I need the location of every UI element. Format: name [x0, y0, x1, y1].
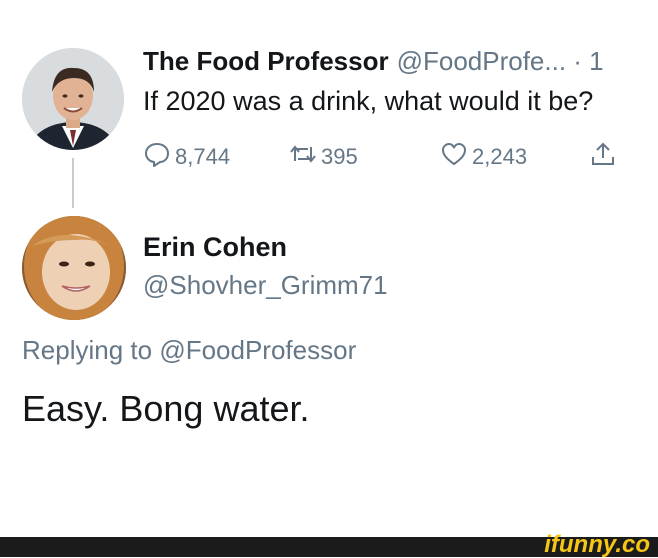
reply-text: Easy. Bong water.	[22, 388, 310, 429]
avatar-photo-woman	[22, 216, 126, 320]
reply-author-name[interactable]: Erin Cohen	[143, 232, 287, 263]
like-action[interactable]: 2,243	[440, 140, 527, 174]
author-name[interactable]: The Food Professor	[143, 46, 389, 76]
replying-to-mention[interactable]: @FoodProfessor	[159, 335, 356, 365]
thread-connector	[72, 158, 74, 208]
reply-author-handle[interactable]: @Shovher_Grimm71	[143, 270, 388, 301]
author-handle[interactable]: @FoodProfe... · 1	[397, 46, 604, 76]
retweet-count: 395	[321, 144, 358, 169]
original-tweet-text: If 2020 was a drink, what would it be?	[143, 86, 594, 116]
ifunny-watermark: ifunny.co	[544, 531, 650, 558]
replying-to: Replying to @FoodProfessor	[22, 335, 356, 366]
reply-count: 8,744	[175, 144, 231, 169]
like-icon	[440, 140, 472, 174]
share-action[interactable]	[589, 140, 621, 174]
retweet-icon	[289, 140, 321, 174]
reply-author-avatar[interactable]	[22, 216, 126, 320]
avatar-photo-man	[22, 48, 124, 150]
original-tweet-header: The Food Professor @FoodProfe... · 1	[143, 46, 658, 77]
author-avatar[interactable]	[22, 48, 124, 150]
reply-action[interactable]: 8,744	[143, 140, 230, 174]
watermark-bar: ifunny.co	[0, 533, 658, 557]
share-icon	[589, 140, 621, 174]
reply-icon	[143, 140, 175, 174]
replying-to-prefix: Replying to	[22, 335, 153, 365]
retweet-action[interactable]: 395	[289, 140, 358, 174]
like-count: 2,243	[472, 144, 528, 169]
